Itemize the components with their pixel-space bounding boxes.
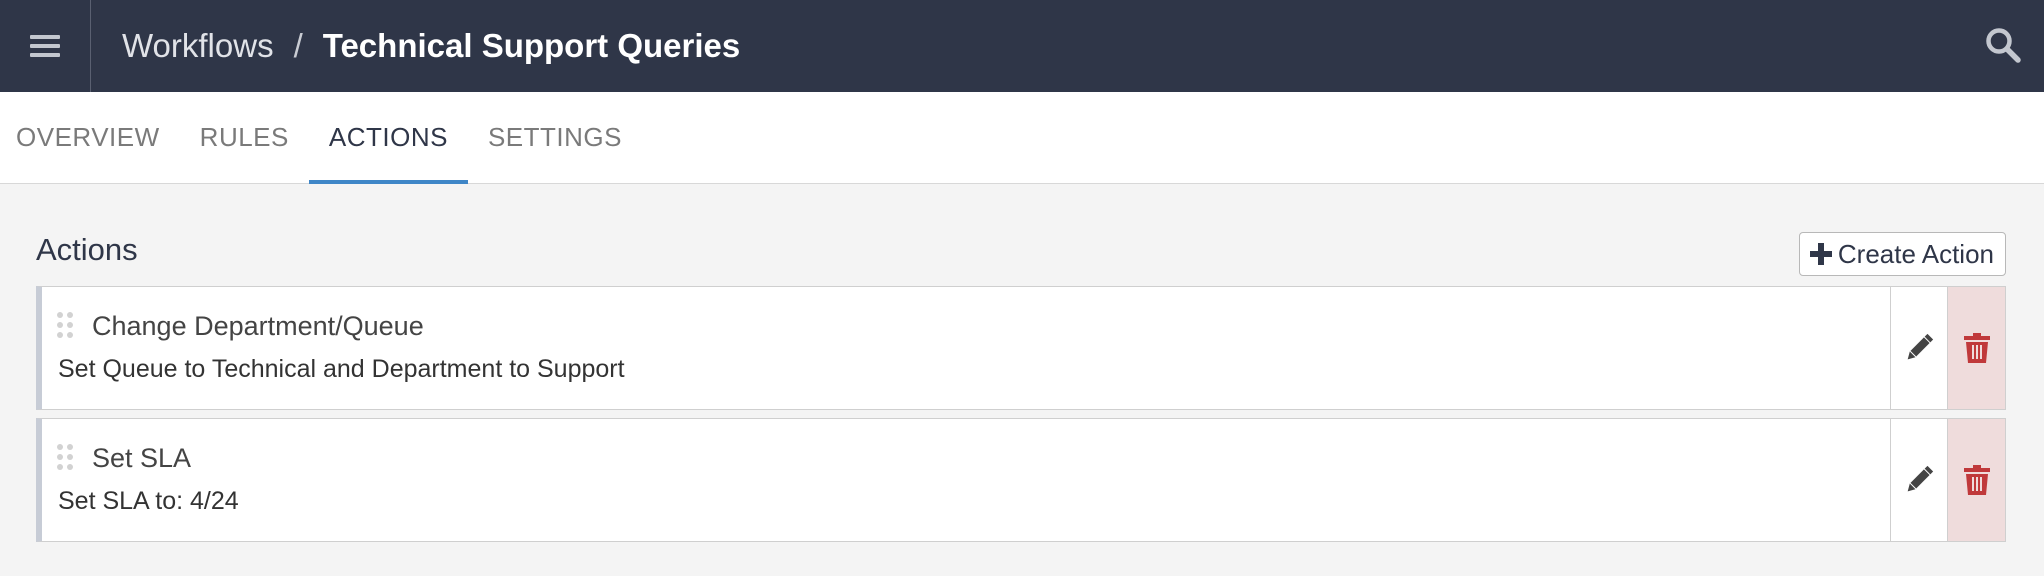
section-title: Actions [36,232,138,267]
trash-icon [1963,333,1990,363]
search-button[interactable] [1978,20,2028,70]
pencil-icon [1907,465,1934,492]
tab-label: OVERVIEW [16,122,160,152]
page-title: Technical Support Queries [322,27,741,64]
breadcrumb: Workflows / Technical Support Queries [122,27,740,65]
breadcrumb-workflows-link[interactable]: Workflows [122,27,274,65]
tab-settings[interactable]: SETTINGS [468,92,642,183]
tab-label: ACTIONS [328,122,448,152]
search-icon [1986,28,2021,63]
action-title: Set SLA [92,443,192,473]
delete-action-button[interactable] [1947,419,2005,541]
edit-action-button[interactable] [1890,419,1947,541]
create-action-button[interactable]: Create Action [1798,232,2006,276]
trash-icon [1963,465,1990,495]
top-navbar: Workflows / Technical Support Queries [0,0,2044,92]
action-description: Set SLA to: 4/24 [58,487,239,515]
tab-label: RULES [199,122,289,152]
edit-action-button[interactable] [1890,287,1947,409]
hamburger-menu-icon [30,35,60,57]
tab-bar: OVERVIEW RULES ACTIONS SETTINGS [0,92,2044,184]
tab-rules[interactable]: RULES [180,92,309,183]
drag-handle-icon[interactable] [56,311,76,339]
tab-label: SETTINGS [487,122,622,152]
action-item-body: Set SLA Set SLA to: 4/24 [42,419,1890,541]
create-action-label: Create Action [1837,238,1994,269]
breadcrumb-separator: / [293,27,303,64]
plus-icon [1809,243,1832,265]
pencil-icon [1907,333,1934,360]
action-description: Set Queue to Technical and Department to… [58,355,625,383]
action-title: Change Department/Queue [92,311,424,341]
actions-panel: Actions Create Action Change Department/… [36,184,2006,550]
menu-button[interactable] [0,0,91,92]
action-item: Set SLA Set SLA to: 4/24 [36,418,2006,542]
tab-overview[interactable]: OVERVIEW [0,92,180,183]
drag-handle-icon[interactable] [56,443,76,471]
action-item-body: Change Department/Queue Set Queue to Tec… [42,287,1890,409]
delete-action-button[interactable] [1947,287,2005,409]
action-item: Change Department/Queue Set Queue to Tec… [36,286,2006,410]
section-header: Actions Create Action [36,184,2006,286]
tab-actions[interactable]: ACTIONS [308,92,469,184]
